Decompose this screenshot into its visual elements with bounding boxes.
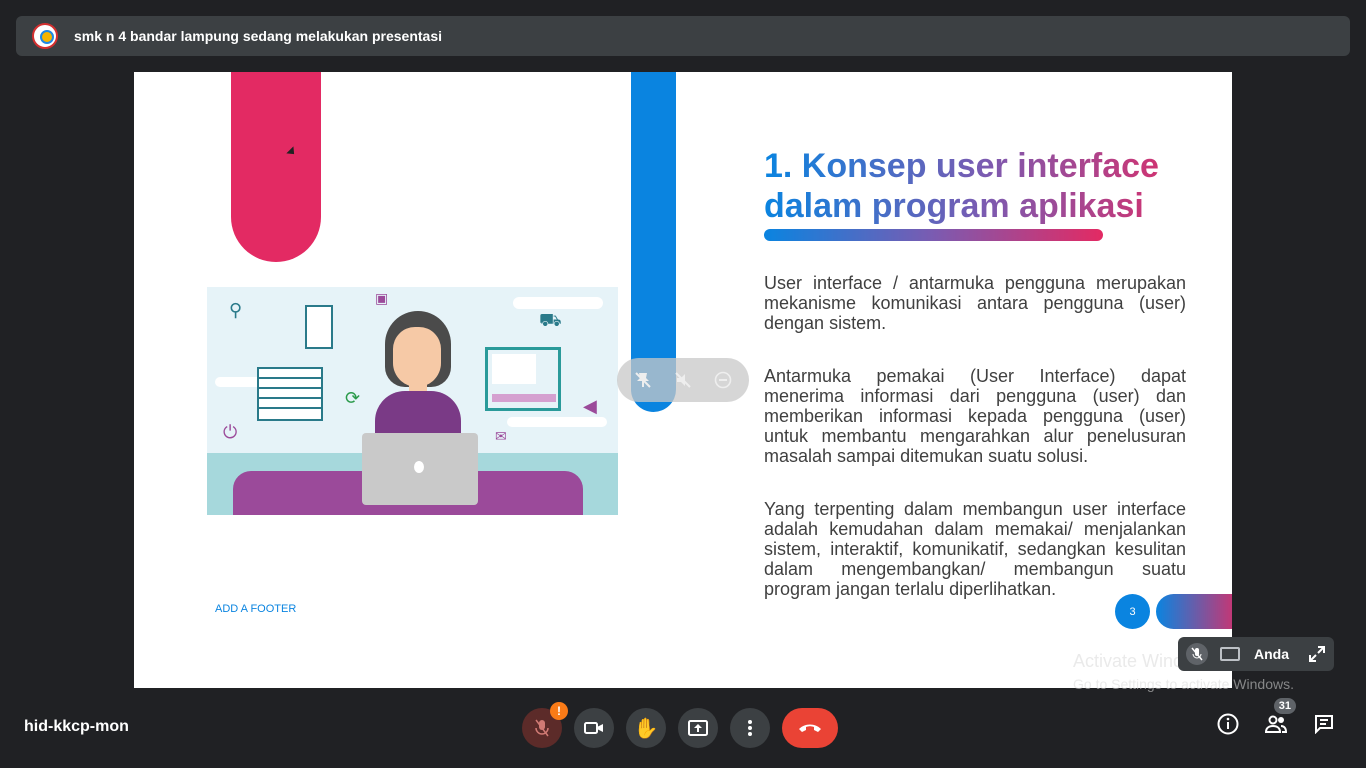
remove-icon[interactable] [714,371,732,389]
self-name: Anda [1254,646,1289,662]
decor-page-bar [1156,594,1232,629]
present-screen-button[interactable] [678,708,718,748]
chart-icon: ▣ [375,290,389,306]
call-controls: ! ✋ [522,702,838,748]
participants-count-badge: 31 [1273,698,1296,714]
presenter-banner-text: smk n 4 bandar lampung sedang melakukan … [74,28,443,44]
mute-audio-icon[interactable] [674,371,692,389]
refresh-icon: ⟳ [345,388,361,408]
chat-button[interactable] [1312,712,1336,736]
more-options-button[interactable] [730,708,770,748]
pin-icon[interactable] [634,371,652,389]
slide-heading-line2: dalam program aplikasi [764,187,1144,225]
expand-icon[interactable] [1308,645,1326,663]
meeting-side-controls: 31 [1216,698,1336,736]
hand-icon: ✋ [633,717,659,740]
speaker-icon: ◀ [583,396,597,416]
meeting-code[interactable]: hid-kkcp-mon [24,718,129,736]
slide-heading-line1: 1. Konsep user interface [764,147,1159,185]
cloud-decor [513,297,603,309]
participants-button[interactable]: 31 [1264,698,1296,736]
presenter-banner: smk n 4 bandar lampung sedang melakukan … [16,16,1350,56]
person-face [393,327,441,387]
slide-footer: ADD A FOOTER [215,603,297,615]
calendar-card-icon [257,367,323,421]
raise-hand-button[interactable]: ✋ [626,708,666,748]
laptop-icon [362,433,478,505]
decor-pink-bar [231,72,321,262]
heading-underline [764,229,1103,241]
camera-off-icon [1220,647,1240,661]
slide-heading: 1. Konsep user interface dalam program a… [764,146,1204,226]
mic-warning-badge: ! [550,702,568,720]
end-call-button[interactable] [782,708,838,748]
presenter-avatar [32,23,58,49]
self-view-tile[interactable]: Anda [1178,637,1334,671]
camera-button[interactable] [574,708,614,748]
power-icon: ⏻ [223,422,238,442]
slide-page-number: 3 [1115,594,1150,629]
meeting-details-button[interactable] [1216,712,1240,736]
search-icon: ⚲ [229,300,243,320]
cart-icon: ⛟ [539,310,562,330]
slide-paragraph-1: User interface / antarmuka pengguna meru… [764,273,1186,333]
slide-paragraph-2: Antarmuka pemakai (User Interface) dapat… [764,366,1186,466]
cloud-decor [507,417,607,427]
mail-icon: ✉ [495,428,507,444]
slide-paragraph-3: Yang terpenting dalam membangun user int… [764,499,1186,599]
tile-hover-controls[interactable] [617,358,749,402]
user-interface-illustration: ⚲ ▣ ⛟ ⏻ ⟳ ◀ ✉ [207,287,618,515]
mic-off-icon [1186,643,1208,665]
form-card-icon [305,305,333,349]
microphone-button[interactable]: ! [522,702,568,748]
video-card-icon [485,347,561,411]
watermark-subtitle: Go to Settings to activate Windows. [1073,676,1294,692]
